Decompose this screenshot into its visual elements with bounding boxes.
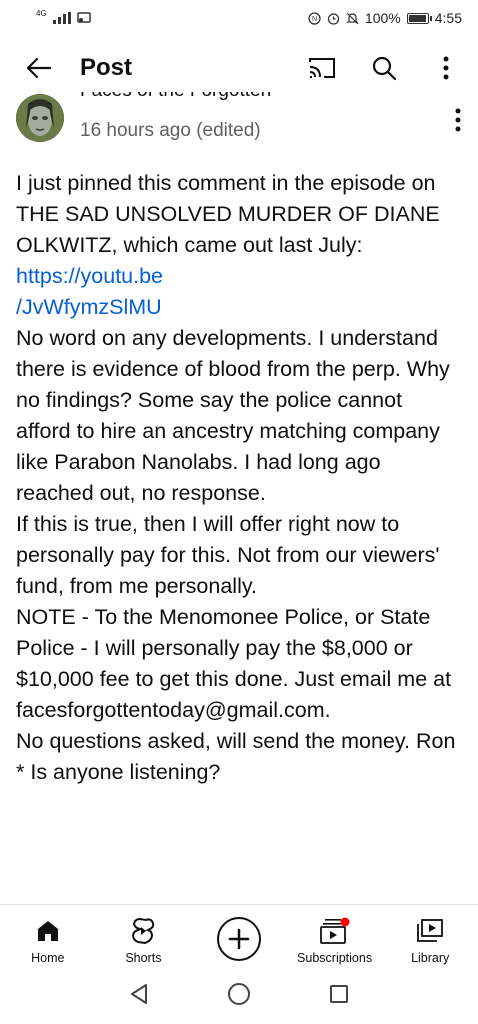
search-button[interactable] [360, 44, 408, 92]
back-arrow-icon [26, 57, 51, 79]
alarm-icon [327, 12, 340, 25]
nav-home-label: Home [31, 951, 65, 965]
avatar-image [16, 94, 64, 142]
nav-shorts-label: Shorts [125, 951, 162, 965]
svg-text:N: N [312, 16, 317, 23]
nav-home[interactable]: Home [3, 915, 93, 965]
subscriptions-icon [319, 917, 350, 944]
comment-body: I just pinned this comment in the episod… [16, 168, 456, 788]
avatar[interactable] [16, 94, 64, 142]
library-icon [417, 919, 444, 942]
circle-home-icon [228, 982, 250, 1005]
comment-author[interactable]: Faces of the Forgotten [80, 92, 271, 102]
create-button[interactable] [216, 917, 261, 961]
signal-icon [52, 12, 71, 24]
comment-text-part-1: I just pinned this comment in the episod… [16, 171, 446, 257]
cast-icon [309, 58, 335, 78]
back-button[interactable] [10, 44, 66, 92]
vertical-dots-icon [443, 56, 449, 80]
comment-timestamp: 16 hours ago (edited) [80, 120, 261, 141]
bottom-navigation: Home Shorts Subscriptions Library [0, 904, 478, 968]
battery-icon [406, 12, 432, 24]
search-icon [372, 56, 397, 81]
system-home-button[interactable] [227, 982, 251, 1011]
nav-library-label: Library [411, 951, 450, 965]
square-recents-icon [330, 984, 348, 1003]
clock: 4:55 [434, 10, 462, 26]
page-title: Post [80, 54, 133, 81]
triangle-back-icon [131, 983, 147, 1004]
system-navigation-bar [0, 968, 478, 1024]
app-header: Post [0, 44, 478, 92]
nfc-icon: N [308, 11, 321, 25]
create-icon [228, 928, 250, 950]
system-recents-button[interactable] [329, 984, 349, 1009]
nav-subscriptions-label: Subscriptions [297, 951, 373, 965]
notification-dot [340, 917, 350, 927]
system-back-button[interactable] [129, 983, 149, 1010]
mute-icon [346, 12, 359, 24]
cast-status-icon [76, 12, 91, 23]
nav-shorts[interactable]: Shorts [98, 915, 188, 965]
shorts-icon [132, 917, 155, 945]
comment-header: Faces of the Forgotten 16 hours ago (edi… [16, 92, 478, 154]
overflow-menu-button[interactable] [422, 44, 470, 92]
video-link[interactable]: https://youtu.be /JvWfymzSlMU [16, 264, 163, 319]
nav-library[interactable]: Library [385, 915, 475, 965]
comment-action-menu-button[interactable] [446, 100, 470, 140]
status-bar: 4G N 100% 4:55 [0, 0, 478, 36]
nav-subscriptions[interactable]: Subscriptions [290, 915, 380, 965]
home-icon [37, 921, 58, 941]
comment-text-part-2: No word on any developments. I understan… [16, 326, 456, 784]
cast-button[interactable] [298, 44, 346, 92]
vertical-dots-icon [455, 108, 461, 132]
nav-create[interactable] [194, 915, 284, 961]
battery-percent: 100% [364, 10, 401, 26]
network-type: 4G [36, 8, 47, 18]
